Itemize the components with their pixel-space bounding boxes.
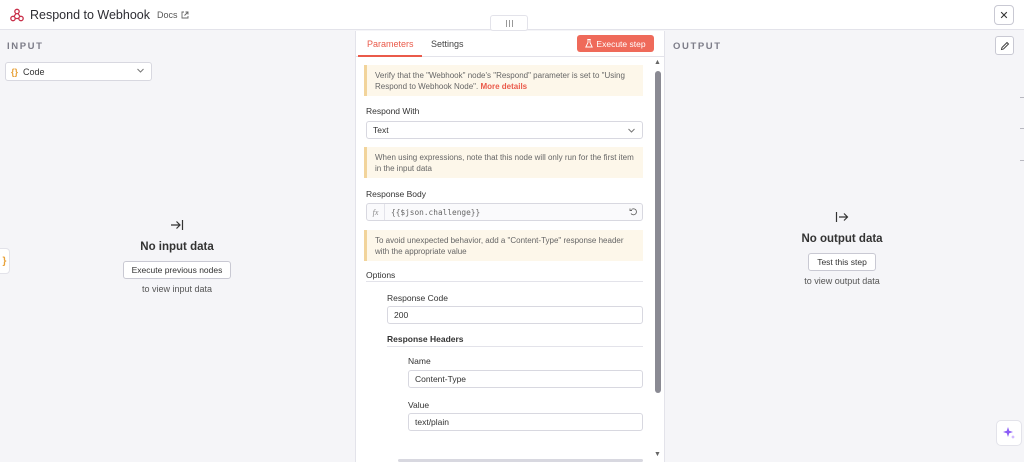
scroll-up-icon[interactable]: ▲ <box>654 59 661 66</box>
response-body-label: Response Body <box>366 189 427 199</box>
input-heading: INPUT <box>7 41 44 52</box>
pencil-icon <box>1000 41 1009 50</box>
response-headers-label: Response Headers <box>387 334 464 344</box>
execute-step-button[interactable]: Execute step <box>577 35 654 52</box>
execute-previous-nodes-button[interactable]: Execute previous nodes <box>122 261 232 279</box>
header-value-input[interactable]: text/plain <box>408 413 643 431</box>
docs-link[interactable]: Docs <box>157 10 189 20</box>
header-name-label: Name <box>408 356 431 366</box>
respond-with-label: Respond With <box>366 106 420 116</box>
input-panel: INPUT {} Code } No input data Execute pr… <box>0 31 355 462</box>
options-divider <box>366 281 643 282</box>
parameters-panel: Parameters Settings Execute step Verify … <box>355 31 665 462</box>
tab-parameters[interactable]: Parameters <box>367 39 414 49</box>
params-tabs: Parameters Settings Execute step <box>356 31 664 57</box>
input-source-select[interactable]: {} Code <box>5 62 152 81</box>
content-type-notice: To avoid unexpected behavior, add a "Con… <box>364 230 643 261</box>
test-this-step-button[interactable]: Test this step <box>808 253 876 271</box>
close-icon: ✕ <box>999 9 1009 22</box>
panel-drag-handle[interactable] <box>490 15 528 31</box>
expressions-notice: When using expressions, note that this n… <box>364 147 643 178</box>
docs-label: Docs <box>157 9 178 20</box>
webhook-respond-notice: Verify that the "Webhook" node's "Respon… <box>364 65 643 96</box>
input-empty-title: No input data <box>140 241 214 253</box>
response-code-label: Response Code <box>387 293 448 303</box>
chevron-down-icon <box>628 128 635 133</box>
scroll-down-icon[interactable]: ▼ <box>654 451 661 458</box>
chevron-down-icon <box>137 68 144 73</box>
webhook-icon <box>10 8 24 22</box>
header-name-input[interactable]: Content-Type <box>408 370 643 388</box>
arrow-from-bar-icon <box>835 212 849 222</box>
input-empty-state: No input data Execute previous nodes to … <box>92 219 262 294</box>
respond-with-value: Text <box>373 125 389 135</box>
expand-icon[interactable] <box>629 207 638 216</box>
output-empty-title: No output data <box>801 233 883 245</box>
execute-step-label: Execute step <box>596 38 646 49</box>
fx-icon: fx <box>367 204 385 220</box>
node-title[interactable]: Respond to Webhook <box>30 8 150 22</box>
output-heading: OUTPUT <box>673 41 722 52</box>
output-empty-state: No output data Test this step to view ou… <box>757 211 927 286</box>
response-body-expression[interactable]: fx {{$json.challenge}} <box>366 203 643 221</box>
response-headers-divider <box>387 346 643 347</box>
response-body-value: {{$json.challenge}} <box>391 207 481 217</box>
options-label: Options <box>366 270 396 280</box>
arrow-to-right-icon <box>171 220 184 230</box>
respond-with-select[interactable]: Text <box>366 121 643 139</box>
external-link-icon <box>181 11 188 18</box>
edit-output-button[interactable] <box>995 36 1014 55</box>
flask-icon <box>585 39 594 48</box>
ai-assistant-button[interactable] <box>996 420 1022 446</box>
output-panel: OUTPUT No output data Test this step to … <box>665 31 1024 462</box>
more-details-link[interactable]: More details <box>480 82 527 91</box>
sparkle-icon <box>1003 427 1015 439</box>
params-scrollbar[interactable] <box>655 71 661 393</box>
input-source-value: Code <box>23 66 45 77</box>
side-tab-braces[interactable]: } <box>0 248 10 274</box>
input-empty-subtitle: to view input data <box>141 284 213 294</box>
response-code-input[interactable]: 200 <box>387 306 643 324</box>
header-value-label: Value <box>408 400 430 410</box>
braces-icon: {} <box>11 66 19 77</box>
active-tab-indicator <box>358 55 422 57</box>
close-button[interactable]: ✕ <box>994 5 1014 25</box>
tab-settings[interactable]: Settings <box>431 39 464 49</box>
output-empty-subtitle: to view output data <box>804 276 880 286</box>
